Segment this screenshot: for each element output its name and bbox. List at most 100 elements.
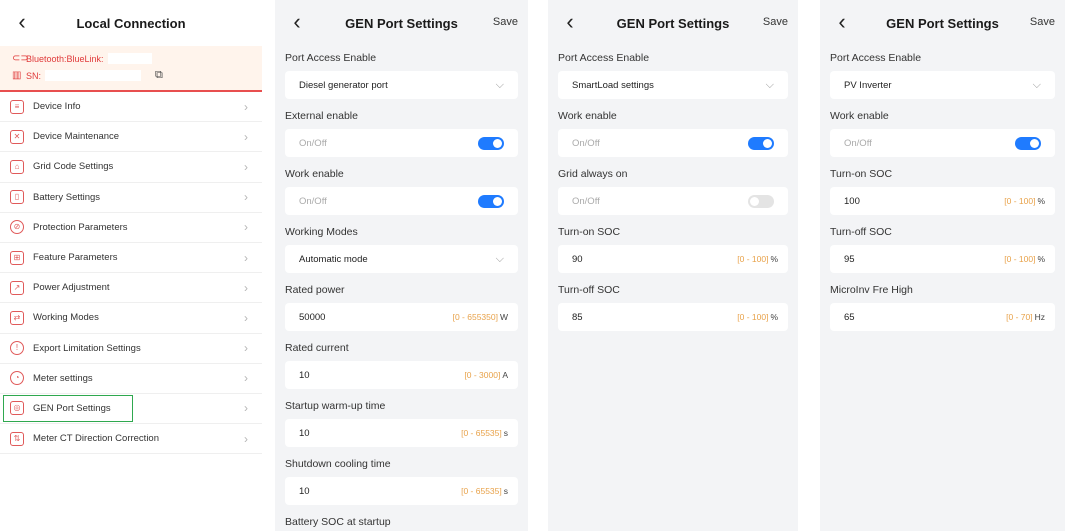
header: ‹ GEN Port Settings Save: [548, 0, 798, 46]
back-icon[interactable]: ‹: [10, 10, 34, 34]
external-enable-label: External enable: [285, 110, 358, 122]
gen-port-panel-pv-inverter: ‹ GEN Port Settings Save Port Access Ena…: [820, 0, 1065, 531]
chevron-down-icon: ⌵: [495, 78, 504, 91]
sn-label: SN:: [26, 70, 42, 81]
menu-item-export-limitation-settings[interactable]: ! Export Limitation Settings ›: [0, 334, 262, 364]
chevron-down-icon: ⌵: [1032, 78, 1041, 91]
header: ‹ GEN Port Settings Save: [820, 0, 1065, 46]
local-connection-panel: ‹ Local Connection ⊂⊃ Bluetooth:BlueLink…: [0, 0, 262, 531]
port-access-label: Port Access Enable: [285, 52, 377, 64]
work-enable-row: On/Off: [830, 129, 1055, 157]
back-icon[interactable]: ‹: [285, 10, 309, 34]
menu-item-meter-settings[interactable]: ◔ Meter settings ›: [0, 364, 262, 394]
range-hint: [0 - 100]: [737, 254, 769, 264]
rated-current-input[interactable]: 10 [0 - 3000] A: [285, 361, 518, 389]
turn-on-soc-input[interactable]: 100 [0 - 100]%: [830, 187, 1055, 215]
save-button[interactable]: Save: [763, 16, 788, 28]
chevron-right-icon: ›: [244, 341, 248, 356]
range-hint: [0 - 3000]: [464, 370, 501, 380]
chevron-right-icon: ›: [244, 220, 248, 235]
page-title: GEN Port Settings: [345, 15, 458, 31]
menu-item-protection-parameters[interactable]: ⊘ Protection Parameters ›: [0, 213, 262, 243]
chevron-right-icon: ›: [244, 159, 248, 174]
work-enable-label: Work enable: [558, 110, 617, 122]
port-access-label: Port Access Enable: [558, 52, 650, 64]
microinv-fre-high-input[interactable]: 65 [0 - 70] Hz: [830, 303, 1055, 331]
rated-current-label: Rated current: [285, 342, 349, 354]
header: ‹ Local Connection: [0, 0, 262, 46]
menu-item-power-adjustment[interactable]: ↗ Power Adjustment ›: [0, 273, 262, 304]
back-icon[interactable]: ‹: [558, 10, 582, 34]
grid-always-on-label: Grid always on: [558, 168, 628, 180]
meter-icon: ◔: [10, 371, 24, 386]
header: ‹ GEN Port Settings Save: [275, 0, 528, 46]
turn-on-soc-label: Turn-on SOC: [558, 226, 621, 238]
menu-item-meter-ct-direction-correction[interactable]: ⇅ Meter CT Direction Correction ›: [0, 424, 262, 455]
link-icon: ⊂⊃: [12, 53, 29, 64]
menu-item-gen-port-settings[interactable]: ◎ GEN Port Settings ›: [0, 394, 262, 425]
barcode-icon: ▥: [12, 70, 22, 81]
battery-soc-startup-label: Battery SOC at startup: [285, 516, 391, 528]
unit: s: [503, 428, 508, 438]
working-modes-label: Working Modes: [285, 226, 358, 238]
page-title: GEN Port Settings: [616, 15, 730, 31]
menu-item-working-modes[interactable]: ⇄ Working Modes ›: [0, 303, 262, 334]
grid-always-on-toggle[interactable]: [748, 194, 774, 208]
chevron-right-icon: ›: [244, 250, 248, 265]
work-enable-label: Work enable: [830, 110, 889, 122]
back-icon[interactable]: ‹: [830, 10, 854, 34]
unit: %: [1037, 196, 1045, 206]
menu-item-battery-settings[interactable]: ▯ Battery Settings ›: [0, 183, 262, 213]
cooling-time-input[interactable]: 10 [0 - 65535] s: [285, 477, 518, 505]
port-access-select[interactable]: PV Inverter ⌵: [830, 71, 1055, 99]
menu-item-device-info[interactable]: ≡ Device Info ›: [0, 92, 262, 123]
port-access-label: Port Access Enable: [830, 52, 922, 64]
warmup-time-label: Startup warm-up time: [285, 400, 386, 412]
protection-icon: ⊘: [10, 220, 24, 235]
warmup-time-input[interactable]: 10 [0 - 65535] s: [285, 419, 518, 447]
work-enable-row: On/Off: [285, 187, 518, 215]
working-modes-select[interactable]: Automatic mode ⌵: [285, 245, 518, 273]
bluetooth-value-redacted: [107, 53, 152, 64]
work-enable-toggle[interactable]: [748, 136, 774, 150]
port-access-select[interactable]: SmartLoad settings ⌵: [558, 71, 788, 99]
turn-on-soc-input[interactable]: 90 [0 - 100]%: [558, 245, 788, 273]
microinv-fre-high-label: MicroInv Fre High: [830, 284, 913, 296]
port-access-select[interactable]: Diesel generator port ⌵: [285, 71, 518, 99]
turn-off-soc-label: Turn-off SOC: [830, 226, 892, 238]
menu-item-feature-parameters[interactable]: ⊞ Feature Parameters ›: [0, 243, 262, 274]
work-enable-row: On/Off: [558, 129, 788, 157]
range-hint: [0 - 65535]: [461, 486, 502, 496]
unit: W: [499, 312, 508, 322]
grid-code-icon: ⌂: [10, 159, 24, 174]
work-enable-toggle[interactable]: [478, 194, 504, 208]
save-button[interactable]: Save: [493, 16, 518, 28]
range-hint: [0 - 70]: [1006, 312, 1033, 322]
unit: %: [770, 312, 778, 322]
unit: s: [503, 486, 508, 496]
gen-port-icon: ◎: [10, 401, 24, 416]
unit: Hz: [1034, 312, 1045, 322]
save-button[interactable]: Save: [1030, 16, 1055, 28]
rated-power-input[interactable]: 50000 [0 - 655350] W: [285, 303, 518, 331]
sn-value-redacted: [45, 70, 142, 81]
turn-off-soc-input[interactable]: 95 [0 - 100]%: [830, 245, 1055, 273]
external-enable-toggle[interactable]: [478, 136, 504, 150]
unit: %: [770, 254, 778, 264]
menu-item-grid-code-settings[interactable]: ⌂ Grid Code Settings ›: [0, 152, 262, 183]
gen-port-panel-diesel: ‹ GEN Port Settings Save Port Access Ena…: [275, 0, 528, 531]
document-icon: ≡: [10, 99, 24, 114]
bluetooth-label: Bluetooth:BlueLink:: [26, 53, 104, 64]
page-title: GEN Port Settings: [886, 15, 999, 31]
connection-info: ⊂⊃ Bluetooth:BlueLink: ▥ SN: ⧉: [0, 46, 262, 90]
work-enable-toggle[interactable]: [1015, 136, 1041, 150]
unit: %: [1037, 254, 1045, 264]
grid-always-on-row: On/Off: [558, 187, 788, 215]
turn-on-soc-label: Turn-on SOC: [830, 168, 893, 180]
turn-off-soc-input[interactable]: 85 [0 - 100]%: [558, 303, 788, 331]
copy-icon[interactable]: ⧉: [155, 69, 163, 82]
menu-item-device-maintenance[interactable]: ✕ Device Maintenance ›: [0, 122, 262, 153]
page-title: Local Connection: [76, 15, 186, 31]
chevron-right-icon: ›: [244, 371, 248, 386]
settings-menu: ≡ Device Info › ✕ Device Maintenance › ⌂ Grid…: [0, 92, 262, 455]
